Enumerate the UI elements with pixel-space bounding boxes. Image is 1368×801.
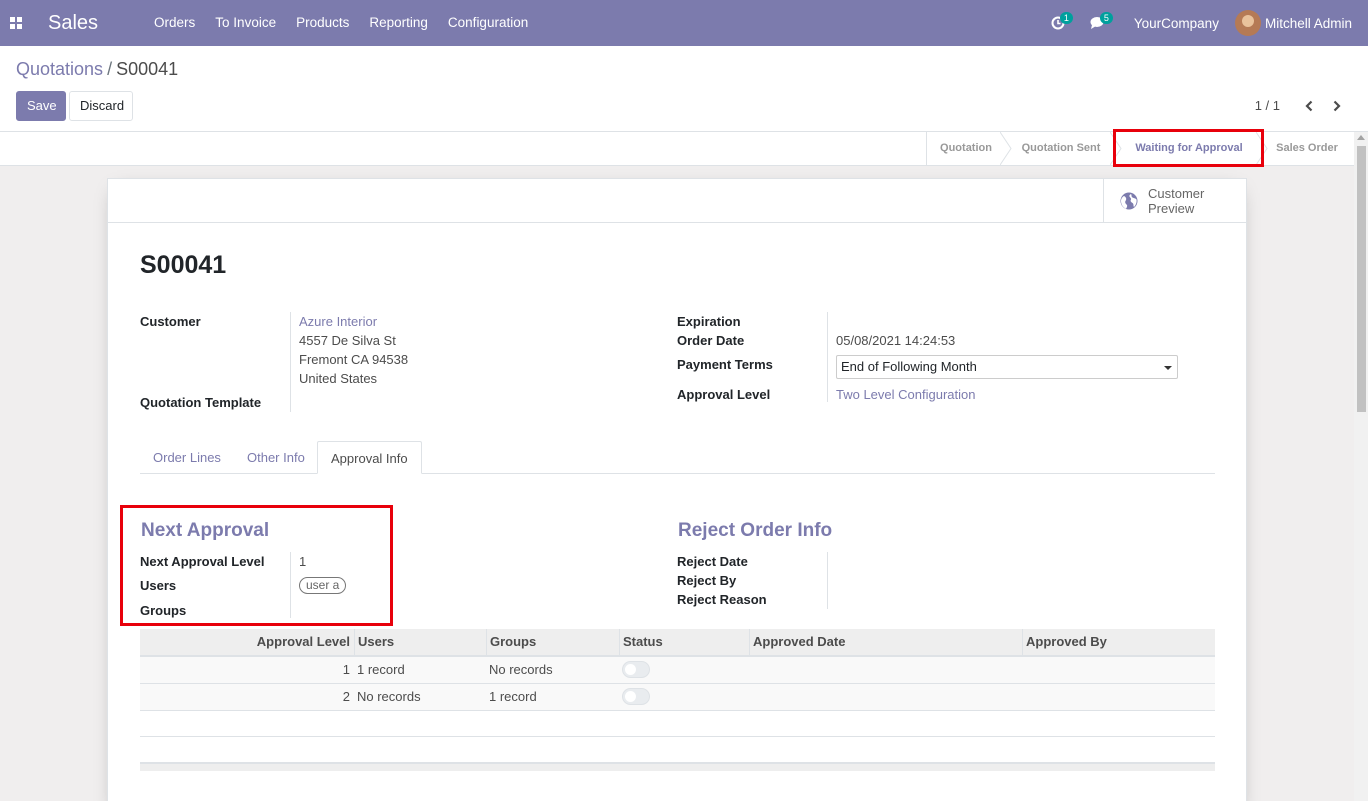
app-name[interactable]: Sales bbox=[48, 12, 98, 35]
menu-reporting[interactable]: Reporting bbox=[359, 0, 438, 46]
pager-value[interactable]: 1 / 1 bbox=[1255, 98, 1280, 113]
menu-products[interactable]: Products bbox=[286, 0, 359, 46]
avatar bbox=[1234, 10, 1261, 36]
apps-menu-icon[interactable] bbox=[0, 0, 32, 46]
menu-to-invoice[interactable]: To Invoice bbox=[205, 0, 286, 46]
table-row[interactable]: 2 No records 1 record bbox=[140, 684, 1215, 711]
field-divider bbox=[827, 312, 828, 402]
pager-next-button[interactable] bbox=[1326, 95, 1348, 117]
tab-approval-info[interactable]: Approval Info bbox=[317, 441, 422, 474]
next-approval-highlight-box bbox=[120, 505, 393, 626]
user-name: Mitchell Admin bbox=[1264, 15, 1352, 31]
button-box: Customer Preview bbox=[108, 179, 1246, 223]
tab-order-lines[interactable]: Order Lines bbox=[140, 441, 234, 474]
menu-configuration[interactable]: Configuration bbox=[438, 0, 538, 46]
field-divider bbox=[827, 552, 828, 609]
systray: 1 5 YourCompany Mitchell Admin bbox=[1038, 0, 1368, 46]
chevron-right-icon bbox=[1333, 100, 1341, 112]
reject-by-label: Reject By bbox=[677, 573, 737, 588]
status-sales-order[interactable]: Sales Order bbox=[1262, 132, 1352, 165]
field-divider bbox=[290, 312, 291, 412]
activity-button[interactable]: 1 bbox=[1038, 0, 1078, 46]
customer-preview-button[interactable]: Customer Preview bbox=[1103, 179, 1246, 223]
notebook-tabs: Order Lines Other Info Approval Info bbox=[140, 441, 1215, 474]
cell-users: 1 record bbox=[357, 662, 405, 677]
column-approved-date[interactable]: Approved Date bbox=[749, 629, 1022, 655]
discard-button[interactable]: Discard bbox=[69, 91, 133, 121]
status-highlight-box bbox=[1113, 129, 1264, 167]
status-toggle[interactable] bbox=[622, 661, 650, 678]
cell-approved-date bbox=[749, 684, 755, 710]
breadcrumb: Quotations / S00041 bbox=[16, 59, 178, 80]
expiration-label: Expiration bbox=[677, 314, 741, 329]
reject-order-info-title: Reject Order Info bbox=[678, 520, 833, 541]
top-navbar: Sales Orders To Invoice Products Reporti… bbox=[0, 0, 1368, 46]
payment-terms-value: End of Following Month bbox=[841, 359, 977, 374]
vertical-scrollbar[interactable] bbox=[1354, 132, 1368, 801]
cell-groups: 1 record bbox=[489, 689, 537, 704]
scroll-up-arrow-icon[interactable] bbox=[1357, 135, 1365, 140]
menu-orders[interactable]: Orders bbox=[144, 0, 205, 46]
customer-label: Customer bbox=[140, 314, 201, 329]
table-row[interactable]: 1 1 record No records bbox=[140, 657, 1215, 684]
column-groups[interactable]: Groups bbox=[486, 629, 619, 655]
messaging-button[interactable]: 5 bbox=[1078, 0, 1118, 46]
status-quotation-sent-label: Quotation Sent bbox=[1021, 142, 1101, 154]
reject-date-label: Reject Date bbox=[677, 554, 748, 569]
cell-users: No records bbox=[357, 689, 421, 704]
save-button[interactable]: Save bbox=[16, 91, 66, 121]
breadcrumb-separator: / bbox=[107, 59, 113, 79]
column-approval-level[interactable]: Approval Level bbox=[140, 629, 354, 655]
pager-previous-button[interactable] bbox=[1298, 95, 1320, 117]
address-line2: Fremont CA 94538 bbox=[299, 352, 409, 367]
column-approved-by[interactable]: Approved By bbox=[1022, 629, 1215, 655]
globe-icon bbox=[1120, 192, 1138, 210]
table-header: Approval Level Users Groups Status Appro… bbox=[140, 629, 1215, 657]
empty-row bbox=[140, 737, 1215, 763]
payment-terms-select[interactable]: End of Following Month bbox=[836, 355, 1178, 379]
cell-approved-by bbox=[1022, 684, 1028, 710]
cell-approved-date bbox=[749, 657, 755, 683]
status-quotation-sent[interactable]: Quotation Sent bbox=[1006, 132, 1122, 165]
activity-count-badge: 1 bbox=[1059, 12, 1073, 24]
approval-level-label: Approval Level bbox=[677, 387, 771, 402]
approval-level-link[interactable]: Two Level Configuration bbox=[836, 387, 975, 402]
record-title: S00041 bbox=[140, 251, 227, 279]
status-toggle[interactable] bbox=[622, 688, 650, 705]
column-status[interactable]: Status bbox=[619, 629, 749, 655]
chevron-left-icon bbox=[1305, 100, 1313, 112]
control-panel: Quotations / S00041 Save Discard 1 / 1 bbox=[0, 46, 1368, 132]
customer-link[interactable]: Azure Interior bbox=[299, 314, 377, 329]
message-count-badge: 5 bbox=[1099, 12, 1113, 24]
breadcrumb-quotations[interactable]: Quotations bbox=[16, 59, 103, 79]
empty-row bbox=[140, 711, 1215, 737]
table-footer bbox=[140, 763, 1215, 771]
reject-reason-label: Reject Reason bbox=[677, 592, 767, 607]
breadcrumb-current: S00041 bbox=[116, 59, 179, 79]
status-quotation[interactable]: Quotation bbox=[926, 132, 1012, 165]
cell-groups: No records bbox=[489, 662, 553, 677]
status-quotation-label: Quotation bbox=[940, 142, 992, 154]
order-date-value[interactable]: 05/08/2021 14:24:53 bbox=[836, 333, 955, 348]
cell-approved-by bbox=[1022, 657, 1028, 683]
cell-level: 2 bbox=[342, 689, 350, 704]
order-date-label: Order Date bbox=[677, 333, 745, 348]
tab-other-info[interactable]: Other Info bbox=[234, 441, 318, 474]
cell-level: 1 bbox=[342, 662, 350, 677]
status-sales-order-label: Sales Order bbox=[1276, 142, 1338, 154]
payment-terms-label: Payment Terms bbox=[677, 357, 773, 372]
company-switcher[interactable]: YourCompany bbox=[1118, 16, 1235, 31]
form-sheet: Customer Preview S00041 Customer Azure I… bbox=[107, 178, 1247, 801]
user-menu[interactable]: Mitchell Admin bbox=[1234, 10, 1368, 36]
address-line1: 4557 De Silva St bbox=[299, 333, 396, 348]
address-line3: United States bbox=[299, 371, 378, 386]
main-menu: Orders To Invoice Products Reporting Con… bbox=[144, 0, 538, 46]
column-users[interactable]: Users bbox=[354, 629, 486, 655]
customer-preview-label: Customer Preview bbox=[1148, 186, 1205, 216]
quotation-template-label: Quotation Template bbox=[140, 395, 262, 410]
scroll-thumb[interactable] bbox=[1357, 146, 1366, 412]
caret-down-icon bbox=[1164, 366, 1172, 370]
